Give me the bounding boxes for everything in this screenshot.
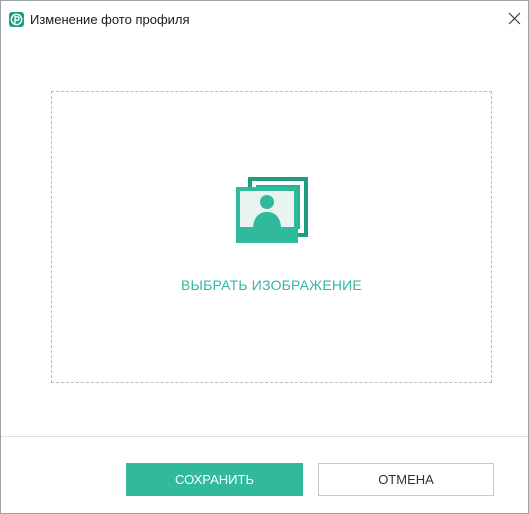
photo-placeholder-icon [236,177,312,243]
save-button[interactable]: СОХРАНИТЬ [126,463,303,496]
window-title: Изменение фото профиля [30,12,190,27]
cancel-button[interactable]: ОТМЕНА [318,463,494,496]
title-bar: Изменение фото профиля [1,1,528,35]
select-image-label[interactable]: ВЫБРАТЬ ИЗОБРАЖЕНИЕ [52,277,491,293]
image-dropzone[interactable]: ВЫБРАТЬ ИЗОБРАЖЕНИЕ [51,91,492,383]
close-icon [508,12,521,25]
close-button[interactable] [502,7,528,31]
p-app-logo-icon [9,12,24,27]
profile-photo-dialog: Изменение фото профиля ВЫБРАТЬ ИЗОБРАЖЕН… [0,0,529,514]
footer-divider [1,436,528,437]
